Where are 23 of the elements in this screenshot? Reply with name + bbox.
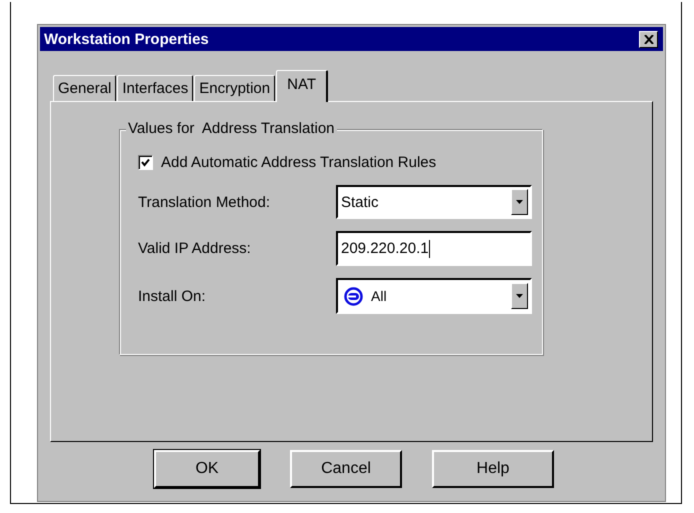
checkbox-label: Add Automatic Address Translation Rules: [161, 154, 436, 171]
dialog-button[interactable]: Help: [432, 450, 554, 488]
caret-icon: [516, 200, 523, 204]
tab[interactable]: General: [53, 75, 116, 101]
dialog-button[interactable]: Cancel: [290, 450, 402, 488]
tab[interactable]: Encryption: [194, 75, 276, 101]
close-icon: [644, 34, 654, 44]
dialog-button[interactable]: OK: [154, 450, 260, 488]
tab[interactable]: NAT: [276, 70, 328, 102]
field-label: Install On:: [138, 288, 207, 304]
checkbox[interactable]: [138, 155, 153, 170]
close-button[interactable]: [639, 30, 658, 48]
network-object-icon: [344, 286, 363, 306]
dropdown-button[interactable]: [511, 283, 528, 309]
dropdown-field[interactable]: All: [336, 278, 532, 314]
window-title: Workstation Properties: [44, 30, 209, 48]
input-field[interactable]: 209.220.20.1: [336, 231, 532, 266]
field-label: Translation Method:: [138, 194, 272, 210]
caret-icon: [516, 294, 523, 298]
dropdown-button[interactable]: [511, 189, 528, 215]
dropdown-field[interactable]: Static: [336, 185, 532, 219]
field-label: Valid IP Address:: [138, 240, 252, 257]
tab[interactable]: Interfaces: [117, 75, 194, 101]
